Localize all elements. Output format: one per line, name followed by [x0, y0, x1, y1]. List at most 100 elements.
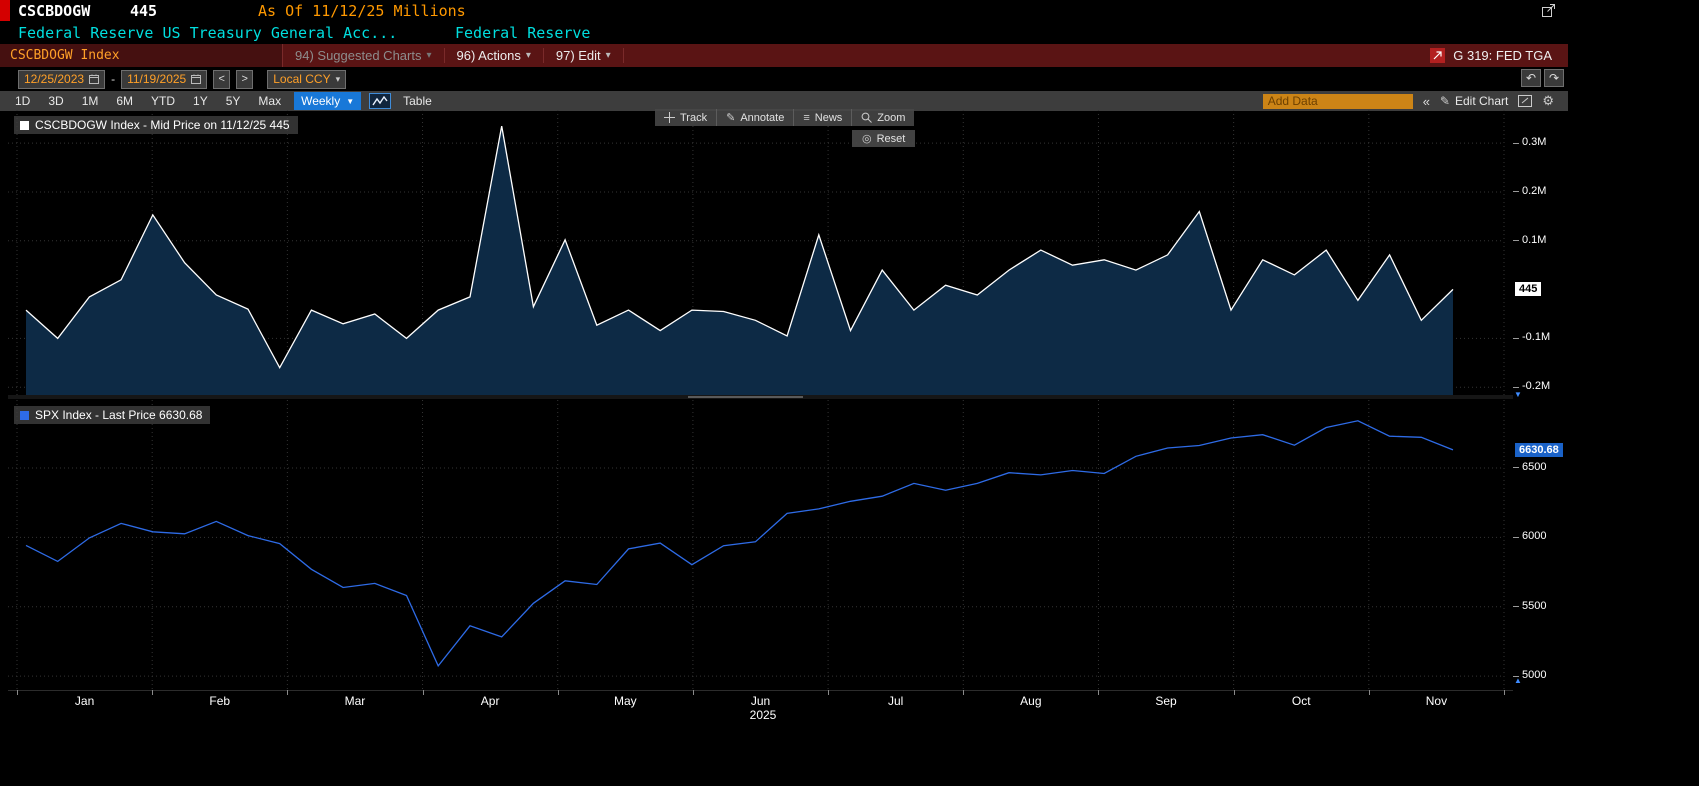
undo-button[interactable]: ↶ — [1521, 69, 1541, 87]
export-icon[interactable] — [1430, 48, 1445, 63]
y-tick-label: 6000 — [1522, 530, 1546, 542]
page-reference: G 319: FED TGA — [1453, 48, 1552, 63]
period-button-1m[interactable]: 1M — [73, 91, 108, 111]
x-tick-mark — [1234, 690, 1235, 695]
x-tick-mark — [1098, 690, 1099, 695]
date-from-value: 12/25/2023 — [24, 72, 84, 86]
y-tick-mark — [1513, 143, 1519, 144]
x-tick-mark — [287, 690, 288, 695]
actions-menu[interactable]: 96) Actions ▾ — [445, 44, 543, 67]
y-tick-label: 0.3M — [1522, 136, 1546, 148]
period-button-max[interactable]: Max — [249, 91, 290, 111]
date-to-value: 11/19/2025 — [127, 72, 186, 86]
range-forward-button[interactable]: > — [236, 70, 253, 89]
y-tick-label: 5500 — [1522, 600, 1546, 612]
actions-label: 96) Actions — [457, 48, 521, 63]
spx-chart-plot[interactable] — [8, 400, 1513, 690]
track-button[interactable]: Track — [655, 109, 717, 126]
table-button[interactable]: Table — [403, 94, 432, 108]
suggested-charts-menu: 94) Suggested Charts ▾ — [283, 44, 444, 67]
x-tick-label: Aug — [1009, 694, 1053, 708]
x-tick-label: Feb — [198, 694, 242, 708]
edit-chart-label: Edit Chart — [1455, 94, 1508, 108]
y-tick-mark — [1513, 676, 1519, 677]
y-tick-mark — [1513, 387, 1519, 388]
period-buttons: 1D3D1M6MYTD1Y5YMax — [6, 91, 290, 111]
x-tick-label: Mar — [333, 694, 377, 708]
y-tick-label: -0.1M — [1522, 331, 1550, 343]
currency-select[interactable]: Local CCY ▾ — [267, 70, 346, 89]
x-axis-year-label: 2025 — [733, 708, 793, 722]
y-tick-label: 0.2M — [1522, 185, 1546, 197]
spx-legend-label: SPX Index - Last Price 6630.68 — [35, 408, 202, 422]
annotate-button[interactable]: ✎ Annotate — [717, 109, 794, 126]
zoom-label: Zoom — [877, 112, 905, 124]
security-last-value: 445 — [130, 2, 157, 20]
chevron-down-icon: ▾ — [426, 50, 431, 61]
x-tick-mark — [963, 690, 964, 695]
zoom-button[interactable]: Zoom — [852, 109, 914, 126]
menu-divider — [623, 48, 624, 63]
period-button-5y[interactable]: 5Y — [217, 91, 250, 111]
period-button-3d[interactable]: 3D — [39, 91, 72, 111]
y-tick-label: -0.2M — [1522, 380, 1550, 392]
tga-legend-swatch — [20, 121, 29, 130]
reset-label: Reset — [877, 133, 906, 145]
spx-legend[interactable]: SPX Index - Last Price 6630.68 — [14, 406, 210, 424]
period-button-ytd[interactable]: YTD — [142, 91, 184, 111]
tga-legend-label: CSCBDOGW Index - Mid Price on 11/12/25 4… — [35, 118, 290, 132]
x-tick-label: Oct — [1279, 694, 1323, 708]
annotate-label: Annotate — [740, 112, 784, 124]
gear-icon[interactable]: ⚙ — [1542, 93, 1554, 109]
y-tick-mark — [1513, 338, 1519, 339]
chevron-down-icon: ▾ — [336, 74, 341, 85]
x-tick-label: Jun — [739, 694, 783, 708]
news-icon: ≡ — [803, 112, 809, 124]
reset-icon: ◎ — [862, 132, 872, 145]
chart-region: CSCBDOGW Index - Mid Price on 11/12/25 4… — [0, 0, 1699, 786]
chevron-down-icon: ▾ — [526, 50, 531, 61]
date-from-field[interactable]: 12/25/2023 — [18, 70, 105, 89]
spx-legend-swatch — [20, 411, 29, 420]
period-button-1y[interactable]: 1Y — [184, 91, 217, 111]
y-tick-mark — [1513, 240, 1519, 241]
popout-icon[interactable] — [1541, 3, 1556, 23]
x-tick-mark — [828, 690, 829, 695]
frequency-dropdown[interactable]: Weekly ▼ — [294, 92, 361, 110]
tga-legend[interactable]: CSCBDOGW Index - Mid Price on 11/12/25 4… — [14, 116, 298, 134]
chart-scrollbar-track[interactable] — [8, 395, 1513, 399]
add-data-input[interactable]: Add Data — [1263, 94, 1413, 109]
pane-arrow-bottom[interactable]: ▲ — [1514, 677, 1522, 685]
x-tick-label: Apr — [468, 694, 512, 708]
magnifier-icon — [861, 112, 872, 123]
redo-button[interactable]: ↷ — [1544, 69, 1564, 87]
chart-scrollbar-thumb[interactable] — [688, 396, 803, 398]
period-bar-right: Add Data « ✎ Edit Chart ⚙ — [1263, 93, 1562, 109]
period-button-6m[interactable]: 6M — [107, 91, 142, 111]
x-tick-mark — [17, 690, 18, 695]
period-bar: 1D3D1M6MYTD1Y5YMax Weekly ▼ Table Add Da… — [0, 91, 1568, 111]
tga-last-price-badge: 445 — [1515, 282, 1541, 296]
y-tick-label: 5000 — [1522, 669, 1546, 681]
line-chart-type-icon[interactable] — [369, 93, 391, 109]
chart-toolbar: Track ✎ Annotate ≡ News Zoom — [655, 109, 914, 126]
edit-chart-button[interactable]: ✎ Edit Chart — [1440, 94, 1508, 108]
bloomberg-terminal: CSCBDOGW 445 As Of 11/12/25 Millions Fed… — [0, 0, 1699, 786]
news-label: News — [815, 112, 843, 124]
chart-settings-icon[interactable] — [1518, 95, 1532, 107]
security-description-2: Federal Reserve — [455, 24, 590, 42]
x-tick-mark — [423, 690, 424, 695]
range-back-button[interactable]: < — [213, 70, 230, 89]
edit-menu[interactable]: 97) Edit ▾ — [544, 44, 623, 67]
tga-chart-plot[interactable] — [8, 110, 1513, 395]
news-button[interactable]: ≡ News — [794, 109, 852, 126]
date-to-field[interactable]: 11/19/2025 — [121, 70, 207, 89]
collapse-panel-icon[interactable]: « — [1423, 94, 1430, 109]
x-tick-label: Jan — [63, 694, 107, 708]
calendar-icon — [89, 74, 99, 84]
period-button-1d[interactable]: 1D — [6, 91, 39, 111]
security-field[interactable]: CSCBDOGW Index — [0, 44, 283, 67]
as-of-label: As Of 11/12/25 Millions — [258, 2, 466, 20]
pane-arrow-top[interactable]: ▼ — [1514, 391, 1522, 399]
reset-button[interactable]: ◎ Reset — [852, 130, 915, 147]
